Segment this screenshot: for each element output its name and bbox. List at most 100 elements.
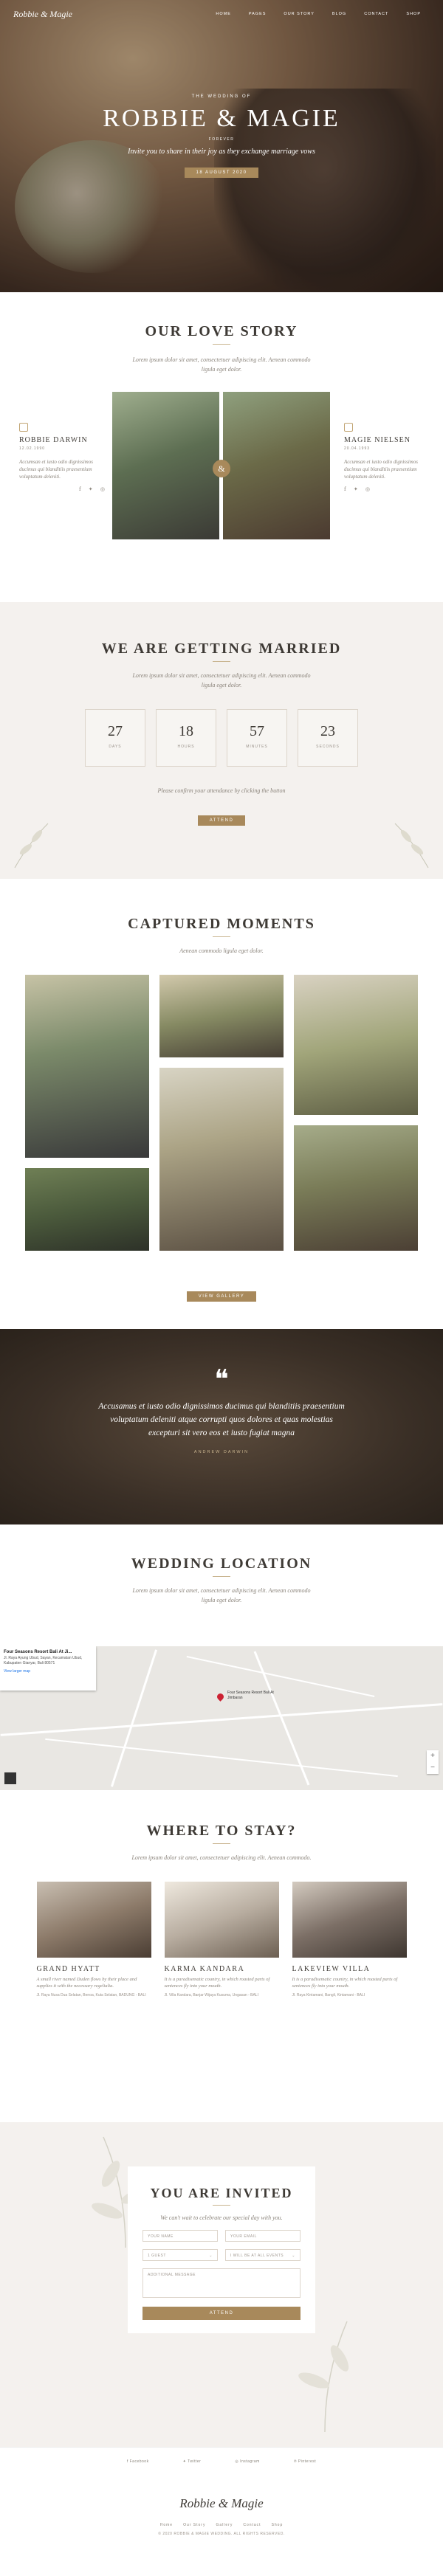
location-map[interactable]: Four Seasons Resort Bali At Ji... Jl. Ra… [0,1646,443,1790]
hotel-location: Jl. Raya Nusa Dua Selatan, Benoa, Kuta S… [36,1993,146,1997]
hero-tag: FOREVER [208,137,235,142]
invited-subtitle: We can't wait to celebrate our special d… [160,2214,283,2221]
quote-text: Accusamus et iusto odio dignissimos duci… [98,1402,345,1437]
countdown-label: Hours [177,745,195,749]
quote-author: Andrew Darwin [193,1450,250,1454]
divider [213,936,230,937]
facebook-link[interactable]: f Facebook [127,2459,149,2464]
hotel-card[interactable]: Grand Hyatt A small river named Duden fl… [36,1882,151,1997]
site-logo[interactable]: Robbie & Magie [13,9,72,20]
email-placeholder: Your Email [230,2234,257,2239]
hotel-image[interactable] [164,1882,279,1958]
map-place-address: Jl. Raya Ayung Ubud, Sayan, Kecamatan Ub… [4,1656,83,1665]
zoom-out-button[interactable]: − [427,1762,439,1774]
event-select[interactable]: I will be at all events ⌄ [225,2249,301,2261]
street-view-icon[interactable] [4,1772,16,1784]
hotel-image[interactable] [36,1882,151,1958]
groom-social-icons[interactable]: f ✦ ◎ [19,486,108,492]
footer-nav-gallery[interactable]: Gallery [216,2523,233,2527]
nav-item-blog[interactable]: Blog [323,12,355,16]
quote-section: ❝ Accusamus et iusto odio dignissimos du… [0,1329,443,1524]
view-gallery-button[interactable]: View Gallery [186,1291,257,1302]
love-story-subtitle: Lorem ipsum dolor sit amet, consectetuer… [132,356,311,373]
countdown-value: 27 [108,723,123,739]
hotel-name[interactable]: Karma Kandara [165,1965,279,1973]
divider [213,344,230,345]
gallery-photo[interactable] [25,975,149,1158]
twitter-link[interactable]: ✦ Twitter [183,2459,202,2464]
bride-profile: Magie Nielsen 20.04.1993 Accumsan et ius… [344,423,433,492]
hotel-card[interactable]: Lakeview Villa It is a paradisematic cou… [292,1882,407,1997]
countdown-value: 23 [320,723,335,739]
moments-title: Captured Moments [128,916,315,932]
moments-subtitle: Aenean commodo ligula eget dolor. [179,947,264,954]
gallery-photo[interactable] [25,1168,149,1251]
countdown-label: Minutes [246,745,268,749]
hotel-name[interactable]: Lakeview Villa [292,1965,407,1973]
photo-gallery [0,975,443,1285]
map-zoom-controls: + − [427,1750,439,1774]
nav-item-pages[interactable]: Pages [240,12,275,16]
zoom-in-button[interactable]: + [427,1750,439,1762]
footer-nav: Home Our Story Gallery Contact Shop [0,2523,443,2527]
map-pin-icon[interactable] [216,1692,225,1702]
hero-pretitle: The wedding of [191,94,252,99]
wedding-date-button[interactable]: 18 August 2020 [184,168,259,178]
footer-social-links: f Facebook ✦ Twitter ◎ Instagram ℗ Pinte… [0,2459,443,2464]
nav-item-shop[interactable]: Shop [397,12,430,16]
footer-nav-our-story[interactable]: Our Story [183,2523,205,2527]
map-place-title: Four Seasons Resort Bali At Ji... [4,1650,72,1654]
footer-nav-contact[interactable]: Contact [243,2523,261,2527]
married-title: We Are Getting Married [101,640,342,657]
form-row: Additional Message [142,2268,301,2298]
form-row: 1 Guest ⌄ I will be at all events ⌄ [142,2249,301,2261]
location-section: Wedding Location Lorem ipsum dolor sit a… [0,1524,443,1646]
hotel-image[interactable] [292,1882,407,1958]
countdown-minutes: 57 Minutes [227,709,287,767]
hero-content: The wedding of Robbie & Magie FOREVER In… [0,94,443,178]
divider [213,1576,230,1577]
countdown-value: 18 [179,723,193,739]
pinterest-link[interactable]: ℗ Pinterest [294,2459,316,2464]
name-input[interactable]: Your Name [142,2230,218,2242]
name-placeholder: Your Name [148,2234,174,2239]
countdown-hours: 18 Hours [156,709,216,767]
invited-title: You Are Invited [150,2186,293,2200]
divider [213,2205,230,2206]
gallery-photo[interactable] [159,975,284,1057]
location-title: Wedding Location [131,1555,312,1572]
quote-icon: ❝ [214,1364,229,1394]
map-info-card: Four Seasons Resort Bali At Ji... Jl. Ra… [0,1646,96,1691]
event-value: I will be at all events [230,2254,284,2258]
hotel-card[interactable]: Karma Kandara It is a paradisematic coun… [164,1882,279,1997]
gallery-photo[interactable] [294,975,418,1115]
hotel-name[interactable]: Grand Hyatt [37,1965,151,1973]
groom-photo [112,392,219,539]
chevron-down-icon: ⌄ [209,2254,213,2258]
footer-nav-shop[interactable]: Shop [272,2523,284,2527]
love-story-title: Our Love Story [145,323,298,339]
groom-icon [19,423,28,432]
map-pin-label: Four Seasons Resort Bali At Jimbaran [227,1691,274,1700]
footer-logo[interactable]: Robbie & Magie [0,2496,443,2511]
message-textarea[interactable]: Additional Message [142,2268,301,2298]
countdown-days: 27 Days [85,709,145,767]
nav-item-home[interactable]: Home [207,12,240,16]
gallery-photo[interactable] [294,1125,418,1251]
accommodation-section: Where To Stay? Lorem ipsum dolor sit ame… [0,1790,443,2122]
gallery-photo[interactable] [159,1068,284,1251]
email-input[interactable]: Your Email [225,2230,301,2242]
attend-button[interactable]: Attend [197,815,246,826]
rsvp-attend-button[interactable]: Attend [142,2307,301,2320]
hero-section: Robbie & Magie Home Pages Our Story Blog… [0,0,443,292]
bride-name: Magie Nielsen [344,436,411,444]
bride-social-icons[interactable]: f ✦ ◎ [344,486,433,492]
guest-select[interactable]: 1 Guest ⌄ [142,2249,218,2261]
view-larger-map-link[interactable]: View larger map [4,1669,92,1674]
nav-item-contact[interactable]: Contact [355,12,397,16]
divider [213,661,230,662]
instagram-link[interactable]: ◎ Instagram [235,2459,260,2464]
nav-item-our-story[interactable]: Our Story [275,12,323,16]
bride-icon [344,423,353,432]
footer-nav-home[interactable]: Home [160,2523,173,2527]
